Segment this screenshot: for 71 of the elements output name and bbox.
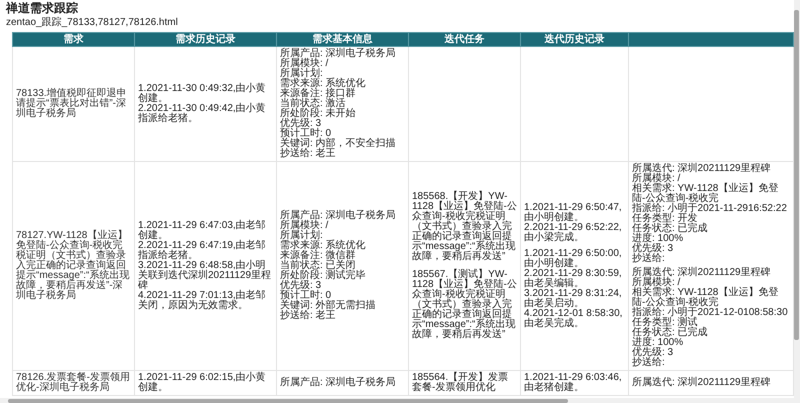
column-header: 需求基本信息 bbox=[276, 32, 408, 46]
history-entry: 1.2021-11-30 0:49:32,由小黄创建。 bbox=[138, 84, 267, 104]
task-history-entry: 1.2021-11-29 6:50:47,由小明创建。 bbox=[524, 203, 623, 223]
task-info-line: 抄送给: bbox=[632, 358, 666, 368]
column-header: 迭代历史记录 bbox=[520, 32, 628, 46]
info-line: 预计工时: 0 bbox=[280, 291, 332, 301]
info-line: 当前状态: 已关闭 bbox=[280, 261, 356, 271]
task-info-line: 进度: 100% bbox=[632, 338, 684, 348]
task-history-entry: 1.2021-11-29 6:50:00,由小明创建。 bbox=[524, 249, 623, 269]
task-history-entry: 2.2021-11-29 8:30:59,由老吴编辑。 bbox=[524, 269, 623, 289]
task-info-line: 优先级: 3 bbox=[632, 244, 674, 254]
column-header: 需求 bbox=[12, 32, 134, 46]
history-entry: 4.2021-11-29 7:01:13,由老邹关闭，原因为无效需求。 bbox=[138, 291, 267, 311]
need-text: 78126.发票套餐-发票领用优化-深圳电子税务局 bbox=[16, 373, 131, 393]
task-info-line: 抄送给: bbox=[632, 254, 666, 264]
info-line: 所属模块: / bbox=[280, 59, 330, 69]
task-text: 185564.【开发】发票套餐-发票领用优化 bbox=[412, 373, 510, 393]
task-info-line: 优先级: 3 bbox=[632, 348, 674, 358]
history-entry: 1.2021-11-29 6:47:03,由老邹创建。 bbox=[138, 221, 267, 241]
need-text: 78133.增值税即征即退申请提示“票表比对出错”-深圳电子税务局 bbox=[16, 89, 128, 119]
task-info-line: 任务类型: 开发 bbox=[632, 214, 698, 224]
history-entry: 2.2021-11-29 6:47:19,由老邹指派给老猪。 bbox=[138, 241, 267, 261]
column-header: 需求历史记录 bbox=[134, 32, 276, 46]
history-entry: 3.2021-11-29 6:48:58,由小明关联到迭代深圳20211129里程碑 bbox=[138, 261, 272, 291]
task-info-line: 所属迭代: 深圳20211129里程碑 bbox=[632, 378, 772, 388]
info-line: 来源备注: 接口群 bbox=[280, 89, 357, 99]
need-text: 78127.YW-1128【业运】免登陆-公众查询-税收完税证明（文书式）查验录入完正确的记录查询返回提示“message”:“系统出现故障，要稍后再发送”-深圳电子税务局 bbox=[16, 231, 130, 301]
task-info-line: 任务状态: 已完成 bbox=[632, 328, 709, 338]
task-history-entry: 1.2021-11-29 6:03:46,由老猪创建。 bbox=[524, 373, 623, 393]
task-info-line: 进度: 100% bbox=[632, 234, 684, 244]
info-line: 所属计划: bbox=[280, 231, 324, 241]
horizontal-scrollbar[interactable] bbox=[0, 398, 794, 403]
task-info-line: 所属迭代: 深圳20211129里程碑 bbox=[632, 268, 772, 278]
task-info-line: 所属模块: / bbox=[632, 278, 682, 288]
task-text: 185568.【开发】YW-1128【业运】免登陆-公众查询-税收完税证明（文书式）查验录入完正确的记录查询返回提示“message”:“系统出现故障，要稍后再发送” bbox=[412, 192, 517, 262]
info-line: 优先级: 3 bbox=[280, 281, 322, 291]
task-history-entry: 4.2021-12-01 8:58:30,由老吴完成。 bbox=[524, 309, 624, 329]
page-title: 禅道需求跟踪 bbox=[6, 1, 79, 15]
history-entry: 2.2021-11-30 0:49:42,由小黄指派给老猪。 bbox=[138, 104, 267, 124]
info-line: 所属产品: 深圳电子税务局 bbox=[280, 378, 397, 388]
info-line: 所属产品: 深圳电子税务局 bbox=[280, 49, 397, 59]
info-line: 需求来源: 系统优化 bbox=[280, 79, 367, 89]
column-header: 迭代任务 bbox=[408, 32, 520, 46]
task-history-entry: 2.2021-11-29 6:52:22,由小梁完成。 bbox=[524, 223, 623, 243]
info-line: 所属计划: bbox=[280, 69, 324, 79]
info-line: 所属产品: 深圳电子税务局 bbox=[280, 211, 397, 221]
info-line: 所处阶段: 未开始 bbox=[280, 109, 357, 119]
task-info-line: 任务状态: 已完成 bbox=[632, 224, 709, 234]
info-line: 关键词: 外部无需扫描 bbox=[280, 301, 377, 311]
info-line: 关键词: 内部，不安全扫描 bbox=[280, 139, 397, 149]
info-line: 抄送给: 老王 bbox=[280, 311, 337, 321]
task-info-line: 指派给: 小明于2021-11-2916:52:22 bbox=[632, 204, 788, 214]
info-line: 抄送给: 老王 bbox=[280, 149, 337, 159]
info-line: 预计工时: 0 bbox=[280, 129, 332, 139]
task-info-line: 所属迭代: 深圳20211129里程碑 bbox=[632, 164, 772, 174]
info-line: 当前状态: 激活 bbox=[280, 99, 346, 109]
task-info-line: 相关需求: YW-1128【业运】免登陆-公众查询-税收完 bbox=[632, 184, 780, 204]
task-text: 185567.【测试】YW-1128【业运】免登陆-公众查询-税收完税证明（文书式）查验录入完正确的记录查询返回提示“message”:“系统出现故障，要稍后再发送” bbox=[412, 270, 517, 340]
task-info-line: 任务类型: 测试 bbox=[632, 318, 698, 328]
info-line: 所处阶段: 测试完毕 bbox=[280, 271, 367, 281]
task-info-line: 相关需求: YW-1128【业运】免登陆-公众查询-税收完 bbox=[632, 288, 780, 308]
history-entry: 1.2021-11-29 6:02:15,由小黄创建。 bbox=[138, 373, 267, 393]
info-line: 来源备注: 微信群 bbox=[280, 251, 357, 261]
file-name: zentao_跟踪_78133,78127,78126.html bbox=[6, 17, 179, 29]
task-history-entry: 3.2021-11-29 8:31:24,由老吴启动。 bbox=[524, 289, 623, 309]
info-line: 所属模块: / bbox=[280, 221, 330, 231]
task-info-line: 指派给: 小明于2021-12-0108:58:30 bbox=[632, 308, 789, 318]
task-info-line: 所属模块: / bbox=[632, 174, 682, 184]
info-line: 需求来源: 系统优化 bbox=[280, 241, 367, 251]
vertical-scrollbar[interactable] bbox=[794, 0, 800, 403]
info-line: 优先级: 3 bbox=[280, 119, 322, 129]
